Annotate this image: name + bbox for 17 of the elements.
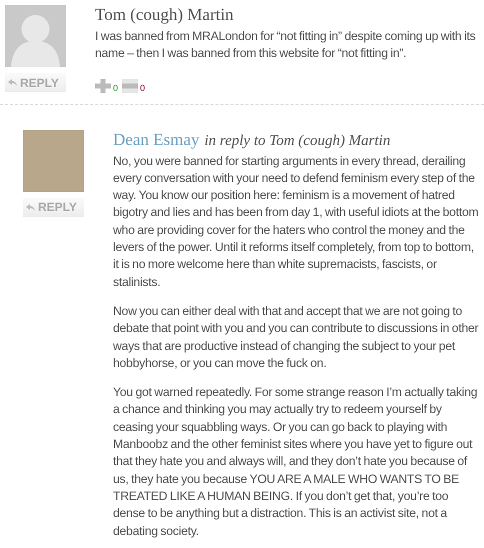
reply-button[interactable]: REPLY (5, 73, 66, 92)
reply-button[interactable]: REPLY (23, 198, 84, 217)
reply-arrow-icon (8, 79, 17, 86)
author-name: Tom (cough) Martin (95, 5, 234, 25)
minus-icon[interactable] (122, 78, 138, 93)
comment-text: I was banned from MRALondon for “not fitting in” despite coming up with its name – then I was banned from this website for “not fitting in”. (95, 28, 477, 62)
avatar-photo-placeholder (23, 130, 84, 192)
reply-arrow-icon (26, 204, 35, 211)
vote-count: 0 (113, 82, 118, 93)
in-reply-to-text: in reply to Tom (cough) Martin (204, 132, 390, 150)
vote-count: 0 (140, 82, 146, 93)
avatar-silhouette (5, 5, 66, 67)
plus-icon[interactable] (95, 78, 111, 93)
comment-text: You got warned repeatedly. For some strange reason I’m actually taking a chance and thinking you may actually try to redeem yourself by ceasing your squabbling ways. Or you can go back to playing with Manboobz and the other feminist sites where you have yet to figure out that they hate you and always will, and they don’t hate you because of us, they hate you because YOU ARE A MALE WHO WANTS TO BE TREATED LIKE A HUMAN BEING. If you don’t get that, you’re too dense to be anything but a distraction. This is an activist site, not a debating society. (113, 384, 478, 540)
author-link[interactable]: Dean Esmay (113, 130, 200, 150)
comment-text: Now you can either deal with that and accept that we are not going to debate that point with you and you can contribute to discussions in other ways that are productive instead of changing the subject to your pet hobbyhorse, or you can move the fuck on. (113, 302, 480, 372)
comment-text: No, you were banned for starting arguments in every thread, derailing every conversation with your need to defend feminism every step of the way. You know our position here: feminism is a movement of hatred bigotry and lies and has been from day 1, with useful idiots at the bottom who are providing cover for the haters who control the money and the levers of the power. Until it reforms itself completely, from top to bottom, it is no more welcome here than white supremacists, fascists, or stalinists. (113, 152, 480, 291)
